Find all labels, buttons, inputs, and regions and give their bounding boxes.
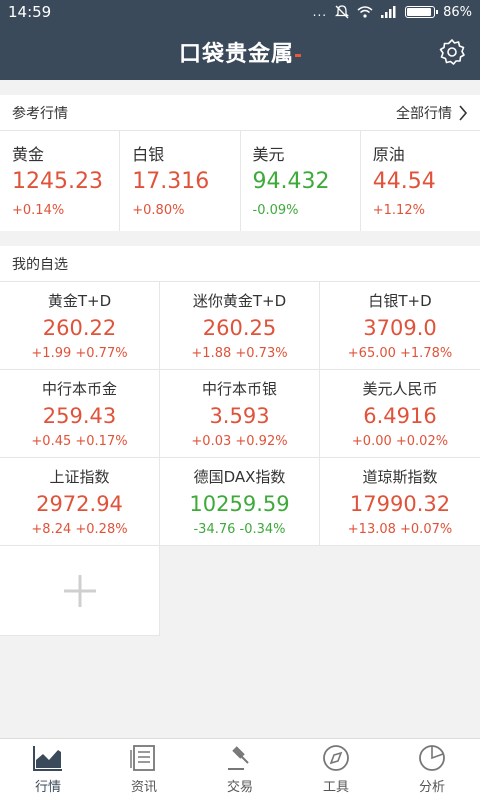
wifi-icon [357, 6, 373, 18]
settings-gear-icon[interactable] [438, 38, 466, 66]
quote-change: +0.45 +0.17% [31, 434, 128, 449]
quote-name: 白银T+D [368, 292, 432, 310]
bottom-nav: 行情 资讯 交易 工具 分析 [0, 738, 480, 800]
watchlist-item[interactable]: 迷你黄金T+D 260.25 +1.88 +0.73% [160, 282, 320, 370]
watchlist-item[interactable]: 道琼斯指数 17990.32 +13.08 +0.07% [320, 458, 480, 546]
quote-change: +8.24 +0.28% [31, 522, 128, 537]
status-bar: 14:59 ... 86% [0, 0, 480, 24]
reference-quotes-section: 参考行情 全部行情 黄金 1245.23 +0.14% 白银 17.316 +0… [0, 95, 480, 231]
watchlist-grid: 黄金T+D 260.22 +1.99 +0.77% 迷你黄金T+D 260.25 +1.… [0, 282, 480, 546]
watchlist-item[interactable]: 美元人民币 6.4916 +0.00 +0.02% [320, 370, 480, 458]
compass-icon [323, 745, 349, 771]
watchlist-header: 我的自选 [0, 246, 480, 282]
reference-item-gold[interactable]: 黄金 1245.23 +0.14% [0, 131, 121, 231]
reference-item-silver[interactable]: 白银 17.316 +0.80% [120, 131, 241, 231]
quote-change: +65.00 +1.78% [347, 346, 453, 361]
quote-name: 黄金T+D [47, 292, 112, 310]
watchlist-item[interactable]: 中行本币金 259.43 +0.45 +0.17% [0, 370, 160, 458]
watchlist-item[interactable]: 德国DAX指数 10259.59 -34.76 -0.34% [160, 458, 320, 546]
quote-price: 2972.94 [36, 492, 123, 516]
watchlist-title: 我的自选 [12, 256, 68, 273]
quote-price: 3709.0 [363, 316, 437, 340]
reference-row: 黄金 1245.23 +0.14% 白银 17.316 +0.80% 美元 94… [0, 131, 480, 231]
watchlist-item[interactable]: 中行本币银 3.593 +0.03 +0.92% [160, 370, 320, 458]
quote-name: 中行本币金 [41, 380, 117, 398]
quote-change: +0.14% [12, 203, 65, 218]
pie-icon [419, 745, 445, 771]
quote-price: 17.316 [132, 169, 210, 194]
app-header: 口袋贵金属 [0, 24, 480, 80]
quote-name: 迷你黄金T+D [192, 292, 287, 310]
nav-quotes[interactable]: 行情 [0, 739, 96, 800]
nav-label: 分析 [418, 780, 445, 795]
app-title: 口袋贵金属 [179, 36, 301, 68]
watchlist-item[interactable]: 白银T+D 3709.0 +65.00 +1.78% [320, 282, 480, 370]
status-icons: ... 86% [313, 5, 472, 20]
quote-change: +0.03 +0.92% [191, 434, 288, 449]
quote-price: 260.25 [202, 316, 277, 340]
nav-label: 行情 [34, 780, 61, 795]
battery-fill [407, 8, 432, 16]
add-watchlist-button[interactable] [0, 546, 160, 636]
chart-icon [33, 746, 62, 771]
quote-price: 44.54 [372, 169, 436, 194]
quote-change: +1.12% [372, 203, 425, 218]
quote-name: 美元 [252, 145, 285, 164]
quote-name: 道琼斯指数 [362, 468, 438, 486]
notification-dots-icon: ... [312, 5, 328, 19]
quote-change: +13.08 +0.07% [347, 522, 453, 537]
nav-analysis[interactable]: 分析 [384, 739, 480, 800]
battery-icon [405, 6, 439, 18]
chevron-right-icon [459, 104, 468, 121]
mute-icon [335, 5, 350, 19]
nav-trade[interactable]: 交易 [192, 739, 288, 800]
all-quotes-link[interactable]: 全部行情 [396, 103, 468, 123]
quote-change: +0.00 +0.02% [351, 434, 449, 449]
quote-price: 94.432 [252, 169, 330, 194]
quote-price: 6.4916 [363, 404, 437, 428]
quote-price: 1245.23 [12, 169, 103, 194]
quote-price: 259.43 [42, 404, 117, 428]
quote-name: 白银 [132, 145, 165, 164]
nav-label: 交易 [226, 780, 253, 795]
quote-change: -34.76 -0.34% [193, 522, 286, 537]
watchlist-item[interactable]: 黄金T+D 260.22 +1.99 +0.77% [0, 282, 160, 370]
quote-price: 260.22 [42, 316, 117, 340]
status-time: 14:59 [8, 3, 52, 21]
app-title-text: 口袋贵金属 [178, 42, 294, 67]
quote-name: 美元人民币 [362, 380, 438, 398]
logo-accent [295, 53, 301, 57]
nav-label: 工具 [322, 780, 349, 795]
quote-name: 黄金 [12, 145, 45, 164]
quote-change: -0.09% [252, 203, 299, 218]
quote-change: +1.99 +0.77% [31, 346, 128, 361]
watchlist-section: 我的自选 [0, 246, 480, 282]
nav-label: 资讯 [130, 780, 157, 795]
quote-name: 德国DAX指数 [193, 468, 286, 486]
nav-news[interactable]: 资讯 [96, 739, 192, 800]
news-icon [130, 745, 155, 771]
quote-price: 17990.32 [349, 492, 451, 516]
quote-price: 10259.59 [189, 492, 290, 516]
reference-header: 参考行情 全部行情 [0, 95, 480, 131]
quote-change: +0.80% [132, 203, 185, 218]
nav-tools[interactable]: 工具 [288, 739, 384, 800]
battery-percent: 86% [443, 4, 472, 20]
plus-icon [63, 574, 96, 607]
quote-change: +1.88 +0.73% [191, 346, 288, 361]
quote-name: 中行本币银 [201, 380, 277, 398]
reference-item-usd[interactable]: 美元 94.432 -0.09% [241, 131, 361, 231]
signal-icon [381, 6, 396, 18]
watchlist-item[interactable]: 上证指数 2972.94 +8.24 +0.28% [0, 458, 160, 546]
reference-item-oil[interactable]: 原油 44.54 +1.12% [361, 131, 480, 231]
quote-name: 上证指数 [49, 468, 110, 486]
gavel-icon [228, 746, 249, 770]
quote-name: 原油 [372, 145, 405, 164]
reference-title: 参考行情 [12, 105, 68, 122]
quote-price: 3.593 [209, 404, 270, 428]
all-quotes-label: 全部行情 [396, 105, 452, 122]
